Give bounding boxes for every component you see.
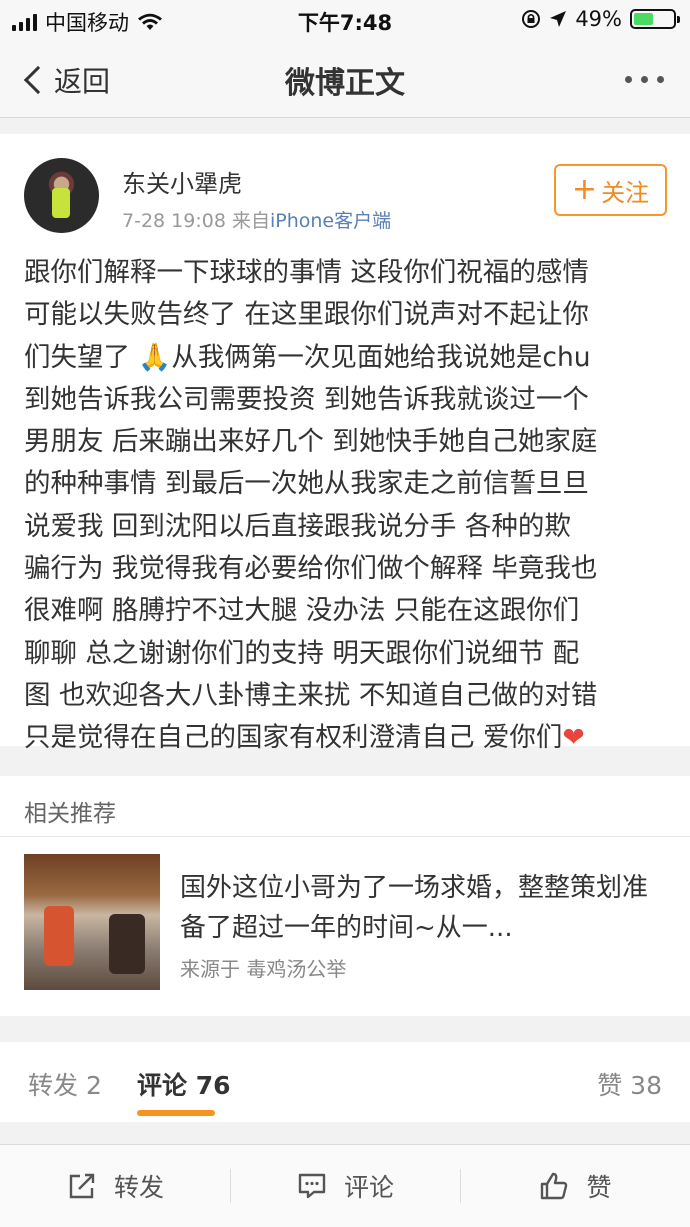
post-line: 图 也欢迎各大八卦博主来扰 不知道自己做的对错 — [24, 679, 598, 711]
post-line: 骗行为 我觉得我有必要给你们做个解释 毕竟我也 — [24, 553, 598, 585]
tab-bar: 转发 2 评论 76 赞 38 — [0, 1042, 690, 1122]
post-line: 可能以失败告终了 在这里跟你们说声对不起让你 — [24, 299, 589, 331]
follow-button[interactable]: + 关注 — [554, 164, 667, 216]
status-bar: 中国移动 下午7:48 49% — [0, 0, 690, 38]
post-line: 的种种事情 到最后一次她从我家走之前信誓旦旦 — [24, 468, 589, 500]
post-line-last: 只是觉得在自己的国家有权利澄清自己 爱你们❤ — [24, 717, 670, 759]
post-time: 7-28 19:08 — [122, 210, 226, 232]
post-line: 说爱我 回到沈阳以后直接跟我说分手 各种的欺 — [24, 510, 571, 542]
related-title: 相关推荐 — [24, 801, 116, 827]
comment-icon — [298, 1173, 326, 1199]
related-headline[interactable]: 国外这位小哥为了一场求婚，整整策划准备了超过一年的时间~从一... — [180, 868, 660, 948]
more-icon[interactable] — [625, 76, 664, 83]
comment-label: 评论 — [343, 1173, 394, 1202]
avatar[interactable] — [24, 158, 99, 233]
post-line: 跟你们解释一下球球的事情 这段你们祝福的感情 — [24, 257, 589, 288]
related-section: 相关推荐 国外这位小哥为了一场求婚，整整策划准备了超过一年的时间~从一... 来… — [0, 776, 690, 1016]
page-title: 微博正文 — [285, 66, 405, 101]
follow-label: 关注 — [601, 178, 650, 207]
post-card: 东关小犟虎 7-28 19:08 来自iPhone客户端 + 关注 跟你们解释一… — [0, 134, 690, 753]
nav-bar: 返回 微博正文 — [0, 38, 690, 118]
related-thumbnail[interactable] — [24, 854, 160, 990]
repost-button[interactable]: 转发 — [0, 1145, 230, 1227]
post-line: 很难啊 胳膊拧不过大腿 没办法 只能在这跟你们 — [24, 595, 580, 627]
thumbs-up-icon — [541, 1172, 568, 1200]
post-line: 们失望了 🙏从我俩第一次见面她给我说她是chu — [24, 341, 591, 373]
location-icon — [550, 11, 567, 27]
status-right: 49% — [521, 7, 680, 31]
repost-label: 转发 — [113, 1173, 164, 1202]
username[interactable]: 东关小犟虎 — [122, 164, 242, 199]
divider — [0, 836, 690, 837]
battery-percent: 49% — [575, 7, 622, 31]
post-line: 聊聊 总之谢谢你们的支持 明天跟你们说细节 配 — [24, 637, 580, 669]
tab-repost[interactable]: 转发 2 — [28, 1066, 102, 1102]
post-line: 到她告诉我公司需要投资 到她告诉我就谈过一个 — [24, 383, 589, 415]
divider — [0, 1122, 690, 1144]
post-line-text: 只是觉得在自己的国家有权利澄清自己 爱你们 — [24, 722, 563, 754]
related-source: 来源于 毒鸡汤公举 — [180, 957, 347, 981]
tab-like[interactable]: 赞 38 — [597, 1066, 662, 1102]
source-prefix: 来自 — [231, 210, 270, 232]
like-label: 赞 — [586, 1173, 612, 1202]
post-text: 跟你们解释一下球球的事情 这段你们祝福的感情 可能以失败告终了 在这里跟你们说声… — [24, 252, 670, 760]
like-button[interactable]: 赞 — [460, 1145, 690, 1227]
comment-button[interactable]: 评论 — [230, 1145, 460, 1227]
tab-indicator — [137, 1110, 215, 1116]
plus-icon: + — [571, 172, 598, 207]
rotation-lock-icon — [522, 10, 541, 28]
post-source[interactable]: iPhone客户端 — [270, 210, 391, 232]
post-line: 男朋友 后来蹦出来好几个 到她快手她自己她家庭 — [24, 426, 598, 458]
battery-icon — [630, 9, 680, 29]
bottom-toolbar: 转发 评论 赞 — [0, 1144, 690, 1227]
tab-comment[interactable]: 评论 76 — [137, 1066, 231, 1102]
share-icon — [69, 1173, 95, 1199]
heart-icon: ❤ — [562, 722, 585, 754]
post-meta: 7-28 19:08 来自iPhone客户端 — [122, 206, 391, 233]
